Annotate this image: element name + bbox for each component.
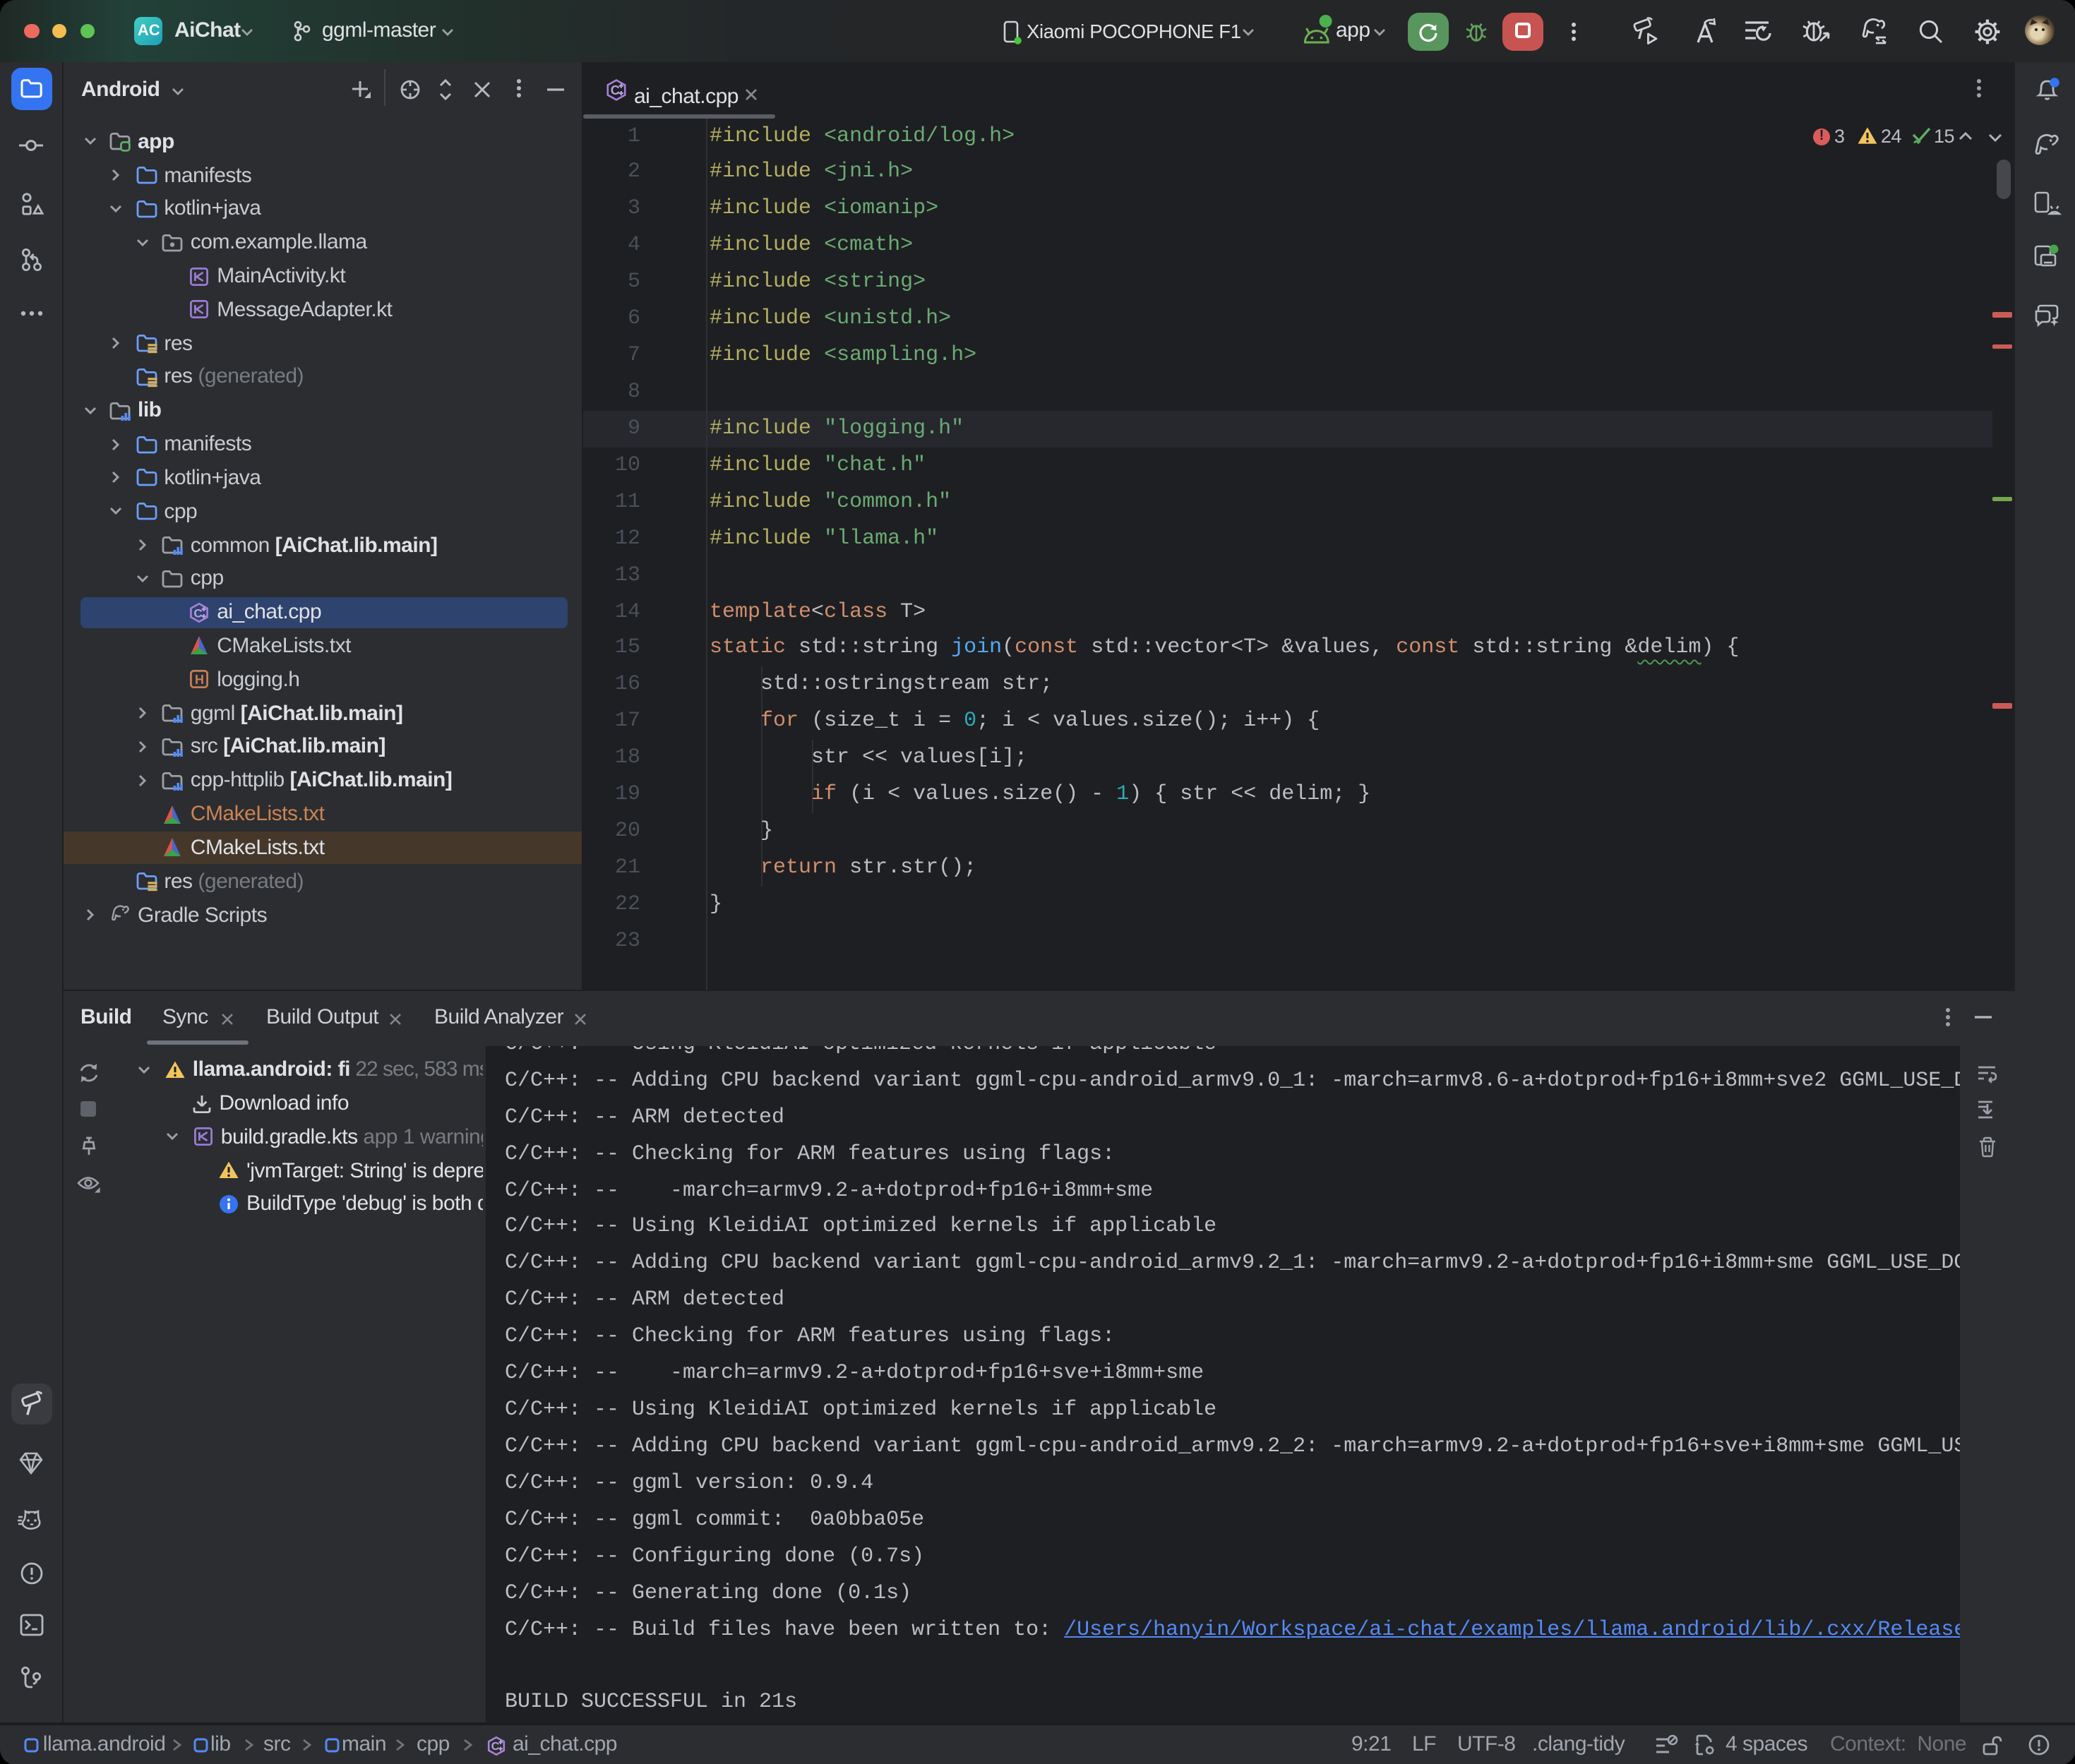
svg-text:H: H	[195, 673, 204, 688]
svg-text:C: C	[491, 1740, 500, 1752]
svg-text:C: C	[611, 83, 620, 97]
svg-text:C: C	[194, 606, 203, 620]
